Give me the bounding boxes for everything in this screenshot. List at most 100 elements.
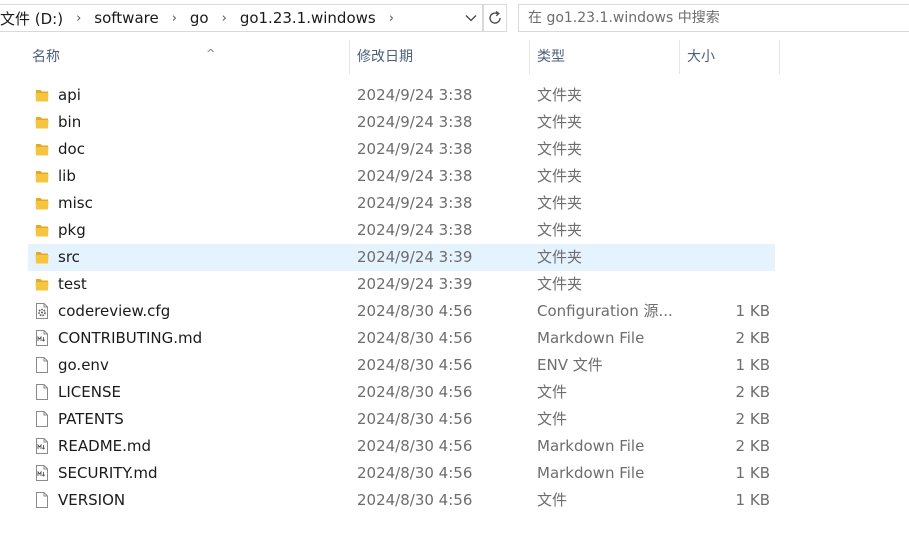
file-modified-date: 2024/9/24 3:38 [357, 194, 473, 212]
chevron-right-icon[interactable]: › [378, 11, 405, 26]
markdown-file-icon [34, 437, 50, 455]
column-header-type[interactable]: 类型 [531, 40, 680, 74]
chevron-right-icon[interactable]: › [65, 11, 92, 26]
file-name: LICENSE [58, 383, 121, 401]
file-type: 文件夹 [537, 140, 583, 158]
file-modified-date: 2024/8/30 4:56 [357, 383, 473, 401]
refresh-icon [489, 10, 501, 24]
file-row[interactable]: src 2024/9/24 3:39 文件夹 [28, 244, 775, 271]
column-header-name[interactable]: 名称 ^ [26, 40, 350, 74]
file-type: 文件夹 [537, 86, 583, 104]
breadcrumb-go[interactable]: go [188, 9, 211, 27]
breadcrumb-drive[interactable]: 文件 (D:) [0, 8, 65, 29]
file-icon [34, 383, 50, 401]
file-modified-date: 2024/9/24 3:38 [357, 221, 473, 239]
sort-ascending-icon: ^ [206, 47, 216, 60]
file-name: CONTRIBUTING.md [58, 329, 203, 347]
file-name: SECURITY.md [58, 464, 158, 482]
file-modified-date: 2024/9/24 3:39 [357, 248, 473, 266]
file-icon [34, 356, 50, 374]
file-icon [34, 491, 50, 509]
markdown-file-icon [34, 464, 50, 482]
breadcrumb-software[interactable]: software [92, 9, 160, 27]
folder-icon [34, 113, 50, 131]
folder-icon [34, 140, 50, 158]
file-row[interactable]: pkg 2024/9/24 3:38 文件夹 [28, 217, 775, 244]
file-row[interactable]: SECURITY.md 2024/8/30 4:56 Markdown File 1 … [28, 460, 775, 487]
folder-icon [34, 194, 50, 212]
file-size: 1 KB [735, 356, 770, 374]
search-box[interactable] [518, 4, 909, 32]
file-row[interactable]: doc 2024/9/24 3:38 文件夹 [28, 136, 775, 163]
file-name: misc [58, 194, 93, 212]
folder-icon [34, 275, 50, 293]
file-type: 文件 [537, 410, 568, 428]
file-type: Markdown File [537, 437, 645, 455]
file-type: 文件 [537, 491, 568, 509]
file-row[interactable]: test 2024/9/24 3:39 文件夹 [28, 271, 775, 298]
file-name: doc [58, 140, 85, 158]
file-modified-date: 2024/8/30 4:56 [357, 410, 473, 428]
file-name: test [58, 275, 87, 293]
chevron-right-icon[interactable]: › [211, 11, 238, 26]
column-header-name-label: 名称 [32, 49, 60, 65]
file-size: 1 KB [735, 464, 770, 482]
file-name: README.md [58, 437, 152, 455]
file-type: 文件夹 [537, 221, 583, 239]
file-modified-date: 2024/9/24 3:39 [357, 275, 473, 293]
file-row[interactable]: misc 2024/9/24 3:38 文件夹 [28, 190, 775, 217]
config-file-icon [34, 302, 50, 320]
file-size: 1 KB [735, 491, 770, 509]
file-type: Markdown File [537, 329, 645, 347]
file-name: PATENTS [58, 410, 124, 428]
file-name: src [58, 248, 80, 266]
file-name: go.env [58, 356, 109, 374]
file-modified-date: 2024/9/24 3:38 [357, 86, 473, 104]
file-size: 2 KB [735, 410, 770, 428]
file-modified-date: 2024/9/24 3:38 [357, 113, 473, 131]
column-header-size[interactable]: 大小 [681, 40, 780, 74]
file-type: 文件 [537, 383, 568, 401]
file-size: 2 KB [735, 383, 770, 401]
column-header-size-label: 大小 [687, 49, 715, 65]
file-name: codereview.cfg [58, 302, 171, 320]
address-bar[interactable]: 文件 (D:) › software › go › go1.23.1.windo… [0, 4, 483, 32]
file-row[interactable]: PATENTS 2024/8/30 4:56 文件 2 KB [28, 406, 775, 433]
folder-icon [34, 248, 50, 266]
file-row[interactable]: bin 2024/9/24 3:38 文件夹 [28, 109, 775, 136]
file-row[interactable]: README.md 2024/8/30 4:56 Markdown File 2 KB [28, 433, 775, 460]
column-header-type-label: 类型 [537, 49, 565, 65]
file-name: api [58, 86, 81, 104]
file-name: VERSION [58, 491, 126, 509]
column-header-date[interactable]: 修改日期 [351, 40, 530, 74]
address-history-dropdown[interactable] [459, 5, 482, 31]
refresh-button[interactable] [483, 4, 507, 32]
file-modified-date: 2024/8/30 4:56 [357, 302, 473, 320]
file-modified-date: 2024/8/30 4:56 [357, 329, 473, 347]
chevron-right-icon[interactable]: › [161, 11, 188, 26]
file-type: 文件夹 [537, 275, 583, 293]
file-row[interactable]: codereview.cfg 2024/8/30 4:56 Configuratio… [28, 298, 775, 325]
file-name: bin [58, 113, 82, 131]
file-type: 文件夹 [537, 113, 583, 131]
file-row[interactable]: VERSION 2024/8/30 4:56 文件 1 KB [28, 487, 775, 514]
file-modified-date: 2024/9/24 3:38 [357, 167, 473, 185]
file-row[interactable]: lib 2024/9/24 3:38 文件夹 [28, 163, 775, 190]
file-row[interactable]: LICENSE 2024/8/30 4:56 文件 2 KB [28, 379, 775, 406]
file-modified-date: 2024/8/30 4:56 [357, 356, 473, 374]
file-row[interactable]: api 2024/9/24 3:38 文件夹 [28, 82, 775, 109]
file-name: pkg [58, 221, 86, 239]
file-type: Markdown File [537, 464, 645, 482]
file-type: Configuration 源... [537, 302, 673, 320]
breadcrumb-current-folder[interactable]: go1.23.1.windows [238, 9, 378, 27]
file-row[interactable]: go.env 2024/8/30 4:56 ENV 文件 1 KB [28, 352, 775, 379]
search-input[interactable] [519, 5, 909, 31]
markdown-file-icon [34, 329, 50, 347]
file-type: 文件夹 [537, 167, 583, 185]
file-modified-date: 2024/8/30 4:56 [357, 464, 473, 482]
file-size: 2 KB [735, 329, 770, 347]
chevron-down-icon [465, 15, 477, 22]
breadcrumb: 文件 (D:) › software › go › go1.23.1.windo… [0, 5, 405, 31]
file-type: 文件夹 [537, 194, 583, 212]
file-row[interactable]: CONTRIBUTING.md 2024/8/30 4:56 Markdown Fi… [28, 325, 775, 352]
